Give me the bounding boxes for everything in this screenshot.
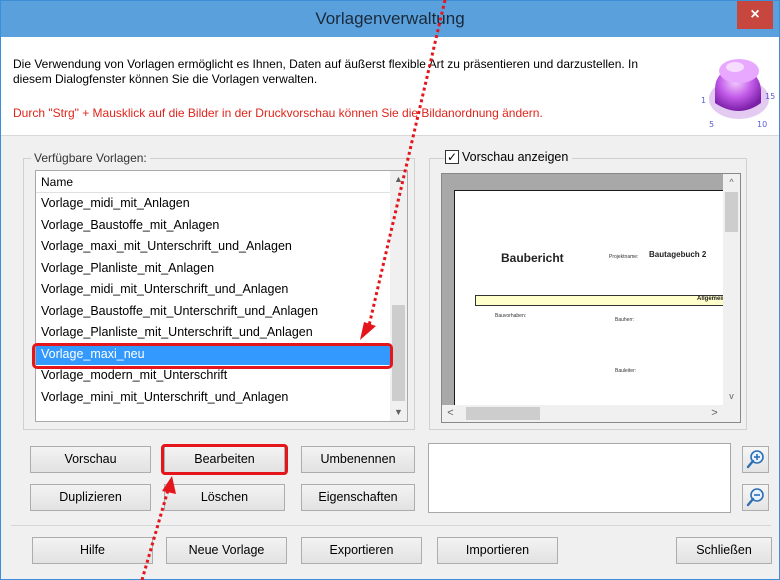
preview-hscrollbar[interactable]: < > xyxy=(442,405,723,422)
warning-text: Durch "Strg" + Mausklick auf die Bilder … xyxy=(13,106,543,120)
preview-checkbox-label: Vorschau anzeigen xyxy=(462,150,569,164)
list-item[interactable]: Vorlage_Planliste_mit_Anlagen xyxy=(36,258,391,280)
dial-number-15: 15 xyxy=(765,92,775,101)
purple-dial-icon: 1 5 10 15 xyxy=(701,59,775,129)
doc-title: Baubericht xyxy=(501,251,564,265)
neue-vorlage-button[interactable]: Neue Vorlage xyxy=(166,537,287,564)
doc-field-bauherr: Bauherr: xyxy=(615,317,635,323)
list-scrollbar[interactable]: ▲ ▼ xyxy=(390,171,407,421)
bearbeiten-button[interactable]: Bearbeiten xyxy=(164,446,285,473)
zoom-in-button[interactable] xyxy=(742,446,769,473)
preview-pane[interactable]: Baubericht Projektname: Bautagebuch 2 Al… xyxy=(441,173,741,423)
list-item-selected[interactable]: Vorlage_maxi_neu xyxy=(36,343,391,365)
zoom-out-button[interactable] xyxy=(742,484,769,511)
scroll-up-icon[interactable]: ▲ xyxy=(390,171,407,188)
loeschen-button[interactable]: Löschen xyxy=(164,484,285,511)
scroll-thumb[interactable] xyxy=(466,407,540,420)
header-panel: Die Verwendung von Vorlagen ermöglicht e… xyxy=(1,37,779,136)
doc-field-bauleiter: Bauleiter: xyxy=(615,368,637,374)
list-item[interactable]: Vorlage_modern_mit_Unterschrift xyxy=(36,365,391,387)
templates-listbox[interactable]: Name Vorlage_midi_mit_Anlagen Vorlage_Ba… xyxy=(35,170,408,422)
dial-number-1: 1 xyxy=(701,96,706,105)
list-item[interactable]: Vorlage_midi_mit_Unterschrift_und_Anlage… xyxy=(36,279,391,301)
doc-field-bauvorhaben: Bauvorhaben: xyxy=(495,313,527,319)
list-item[interactable]: Vorlage_mini_mit_Unterschrift_und_Anlage… xyxy=(36,387,391,409)
column-header-name[interactable]: Name xyxy=(36,171,391,193)
scroll-left-icon[interactable]: < xyxy=(442,405,459,422)
doc-project-value: Bautagebuch 2 xyxy=(649,250,707,259)
vorschau-button[interactable]: Vorschau xyxy=(30,446,151,473)
list-item[interactable]: Vorlage_Planliste_mit_Unterschrift_und_A… xyxy=(36,322,391,344)
scroll-thumb[interactable] xyxy=(725,192,738,232)
templates-label: Verfügbare Vorlagen: xyxy=(31,151,150,165)
dial-number-10: 10 xyxy=(757,120,767,129)
list-item[interactable]: Vorlage_maxi_mit_Unterschrift_und_Anlage… xyxy=(36,236,391,258)
exportieren-button[interactable]: Exportieren xyxy=(301,537,422,564)
zoom-in-icon xyxy=(746,450,764,469)
doc-project-label: Projektname: xyxy=(609,254,639,260)
window-title: Vorlagenverwaltung xyxy=(315,9,465,28)
eigenschaften-button[interactable]: Eigenschaften xyxy=(301,484,415,511)
preview-checkbox[interactable]: ✓ Vorschau anzeigen xyxy=(445,150,573,164)
doc-band: Allgemeine xyxy=(475,295,731,306)
scroll-thumb[interactable] xyxy=(392,305,405,401)
scroll-up-icon[interactable]: ^ xyxy=(723,174,740,191)
description-text: Die Verwendung von Vorlagen ermöglicht e… xyxy=(13,57,639,86)
info-textbox[interactable] xyxy=(428,443,731,513)
list-item[interactable]: Vorlage_Baustoffe_mit_Anlagen xyxy=(36,215,391,237)
scrollbar-corner xyxy=(723,405,740,422)
importieren-button[interactable]: Importieren xyxy=(437,537,558,564)
checkbox-checked-icon[interactable]: ✓ xyxy=(445,150,459,164)
dialog-window: Vorlagenverwaltung × Die Verwendung von … xyxy=(0,0,780,580)
preview-document: Baubericht Projektname: Bautagebuch 2 Al… xyxy=(454,190,731,410)
hilfe-button[interactable]: Hilfe xyxy=(32,537,153,564)
umbenennen-button[interactable]: Umbenennen xyxy=(301,446,415,473)
duplizieren-button[interactable]: Duplizieren xyxy=(30,484,151,511)
list-item[interactable]: Vorlage_midi_mit_Anlagen xyxy=(36,193,391,215)
zoom-out-icon xyxy=(746,488,764,507)
close-button[interactable]: × xyxy=(737,1,773,29)
template-list: Vorlage_midi_mit_Anlagen Vorlage_Baustof… xyxy=(36,193,391,408)
close-icon: × xyxy=(750,6,760,23)
scroll-right-icon[interactable]: > xyxy=(706,405,723,422)
schliessen-button[interactable]: Schließen xyxy=(676,537,772,564)
scroll-down-icon[interactable]: v xyxy=(723,388,740,405)
dial-number-5: 5 xyxy=(709,120,714,129)
preview-vscrollbar[interactable]: ^ v xyxy=(723,174,740,405)
list-item[interactable]: Vorlage_Baustoffe_mit_Unterschrift_und_A… xyxy=(36,301,391,323)
scroll-down-icon[interactable]: ▼ xyxy=(390,404,407,421)
footer-separator xyxy=(11,525,771,526)
